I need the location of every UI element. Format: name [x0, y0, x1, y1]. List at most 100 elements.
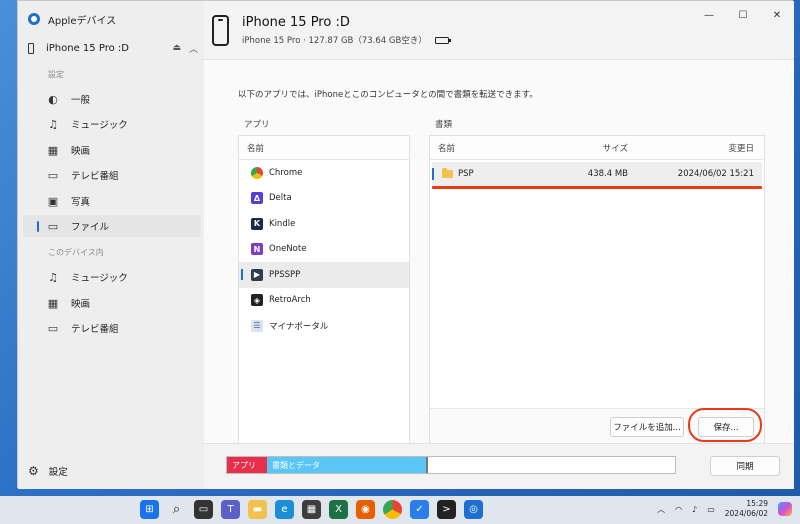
docs-column-modified[interactable]: 変更日 [628, 142, 754, 154]
app-item-kindle[interactable]: K Kindle [239, 211, 409, 237]
chevron-up-icon[interactable]: ︿ [189, 42, 198, 55]
docs-column-name[interactable]: 名前 [430, 142, 570, 154]
sidebar-item-label: ミュージック [71, 120, 128, 131]
wifi-icon[interactable]: ◠ [675, 505, 682, 514]
app-title-row: Appleデバイス [28, 11, 116, 27]
general-icon: ◐ [48, 92, 58, 106]
sidebar-item-files[interactable]: ▭ ファイル [23, 215, 201, 237]
sidebar-device[interactable]: iPhone 15 Pro :D ⏏ ︿ [28, 39, 198, 57]
documents-list: 名前 サイズ 変更日 PSP 438.4 MB 2024/06/02 15:21… [429, 135, 765, 445]
chrome-taskbar-icon[interactable] [383, 500, 402, 519]
sidebar: Appleデバイス iPhone 15 Pro :D ⏏ ︿ 設定 ◐ 一般 ♫… [18, 1, 204, 489]
apple-devices-taskbar-icon[interactable]: ◎ [464, 500, 483, 519]
sidebar-item-label: 一般 [71, 95, 91, 106]
todo-icon[interactable]: ✓ [410, 500, 429, 519]
app-item-onenote[interactable]: N OneNote [239, 237, 409, 263]
doc-modified: 2024/06/02 15:21 [677, 169, 754, 179]
battery-icon [434, 36, 451, 44]
sidebar-device-name: iPhone 15 Pro :D [46, 42, 129, 54]
sidebar-item-label: テレビ番組 [71, 324, 119, 335]
bottom-bar: アプリ 書類とデータ 同期 [204, 443, 794, 489]
firefox-icon[interactable]: ◉ [356, 500, 375, 519]
maximize-icon[interactable]: ☐ [726, 1, 760, 29]
photo-icon: ▣ [47, 194, 59, 208]
battery-tray-icon[interactable]: ▭ [707, 505, 715, 514]
taskbar-apps: ⊞ ⌕ ▭ T ▬ e ▦ X ◉ ✓ > ◎ [140, 500, 483, 519]
app-name: RetroArch [269, 295, 311, 306]
doc-name: PSP [458, 169, 474, 179]
app-name: Chrome [269, 167, 303, 178]
eject-icon[interactable]: ⏏ [172, 43, 181, 53]
add-file-button[interactable]: ファイルを追加... [610, 417, 684, 437]
app-item-chrome[interactable]: Chrome [239, 160, 409, 186]
section-label-on-device: このデバイス内 [48, 248, 104, 257]
apple-devices-logo-icon [28, 13, 40, 25]
app-name: Delta [269, 193, 292, 204]
terminal-icon[interactable]: > [437, 500, 456, 519]
store-icon[interactable]: ▦ [302, 500, 321, 519]
close-icon[interactable]: ✕ [760, 1, 794, 29]
apps-column-name[interactable]: 名前 [239, 136, 409, 160]
folder-icon [442, 168, 453, 178]
sidebar-item-label: テレビ番組 [71, 171, 119, 182]
save-highlight-oval [688, 408, 762, 442]
search-icon[interactable]: ⌕ [167, 500, 186, 519]
film-icon: ▦ [47, 296, 59, 310]
sidebar-item-tv[interactable]: ▭ テレビ番組 [23, 164, 201, 186]
tv-icon: ▭ [47, 168, 59, 182]
device-subtitle-row: iPhone 15 Pro · 127.87 GB（73.64 GB空き） [242, 34, 451, 46]
sidebar-item-device-movies[interactable]: ▦ 映画 [23, 292, 201, 314]
storage-segment-apps: アプリ [227, 457, 267, 473]
file-explorer-icon[interactable]: ▬ [248, 500, 267, 519]
task-view-icon[interactable]: ▭ [194, 500, 213, 519]
highlight-underline [432, 186, 762, 189]
mynaportal-icon: ☰ [251, 319, 263, 332]
device-subtitle: iPhone 15 Pro · 127.87 GB（73.64 GB空き） [242, 36, 427, 46]
excel-icon[interactable]: X [329, 500, 348, 519]
phone-icon [28, 42, 34, 54]
doc-row-psp[interactable]: PSP 438.4 MB 2024/06/02 15:21 [432, 162, 762, 186]
app-name: Kindle [269, 218, 296, 229]
app-name: PPSSPP [269, 269, 301, 280]
app-title: Appleデバイス [48, 15, 117, 27]
minimize-icon[interactable]: — [692, 1, 726, 29]
device-header: iPhone 15 Pro :D iPhone 15 Pro · 127.87 … [204, 1, 794, 59]
app-item-delta[interactable]: Δ Delta [239, 186, 409, 212]
sidebar-item-label: 写真 [71, 197, 91, 208]
gear-icon: ⚙ [28, 464, 39, 478]
docs-column-size[interactable]: サイズ [570, 142, 628, 154]
volume-icon[interactable]: ♪ [692, 505, 697, 514]
chevron-up-icon[interactable]: ︿ [657, 504, 665, 515]
app-item-ppsspp[interactable]: ▶ PPSSPP [239, 262, 409, 288]
settings-button[interactable]: ⚙ 設定 [28, 464, 68, 478]
app-name: マイナポータル [269, 321, 329, 332]
app-item-retroarch[interactable]: ◈ RetroArch [239, 288, 409, 314]
device-title: iPhone 15 Pro :D [242, 15, 350, 30]
apps-label: アプリ [244, 120, 270, 130]
copilot-icon[interactable] [778, 502, 792, 516]
windows-start-icon[interactable]: ⊞ [140, 500, 159, 519]
taskbar: ⊞ ⌕ ▭ T ▬ e ▦ X ◉ ✓ > ◎ ︿ ◠ ♪ ▭ 15:29 20… [0, 496, 800, 524]
delta-icon: Δ [251, 192, 263, 205]
app-item-mynaportal[interactable]: ☰ マイナポータル [239, 313, 409, 339]
clock[interactable]: 15:29 2024/06/02 [725, 499, 768, 519]
intro-text: 以下のアプリでは、iPhoneとこのコンピュータとの間で書類を転送できます。 [238, 90, 538, 100]
sidebar-item-photos[interactable]: ▣ 写真 [23, 190, 201, 212]
apps-list: 名前 Chrome Δ Delta K Kindle N OneNote ▶ P… [238, 135, 410, 445]
section-label-settings: 設定 [48, 70, 64, 79]
sync-button[interactable]: 同期 [710, 456, 780, 476]
sidebar-item-movies[interactable]: ▦ 映画 [23, 139, 201, 161]
clock-date: 2024/06/02 [724, 509, 768, 518]
sidebar-item-general[interactable]: ◐ 一般 [23, 88, 201, 110]
docs-label: 書類 [435, 120, 453, 130]
teams-icon[interactable]: T [221, 500, 240, 519]
music-icon: ♫ [48, 270, 58, 284]
sidebar-item-music[interactable]: ♫ ミュージック [23, 113, 201, 135]
sidebar-item-device-music[interactable]: ♫ ミュージック [23, 266, 201, 288]
edge-icon[interactable]: e [275, 500, 294, 519]
clock-time: 15:29 [746, 499, 768, 508]
kindle-icon: K [251, 217, 263, 230]
sidebar-item-device-tv[interactable]: ▭ テレビ番組 [23, 317, 201, 339]
settings-label: 設定 [48, 467, 68, 478]
sidebar-item-label: ファイル [71, 222, 110, 233]
